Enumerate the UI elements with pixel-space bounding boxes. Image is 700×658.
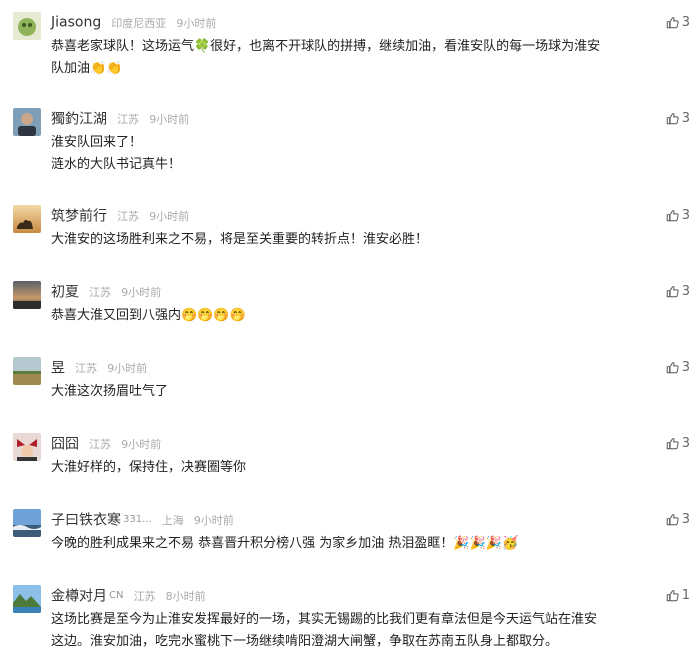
comment-line: 大淮好样的，保持住，决赛圈等你 (51, 460, 247, 475)
location: 江苏 (133, 589, 156, 603)
username[interactable]: Jiasong (51, 15, 101, 31)
comment-text: 今晚的胜利成果来之不易 恭喜晋升积分榜八强 为家乡加油 热泪盈眶！🎉🎉🎉🥳 (51, 533, 683, 555)
comment-line: 恭喜大淮又回到八强内🤭🤭🤭🤭 (51, 308, 246, 323)
like-count: 3 (681, 283, 690, 299)
avatar[interactable] (13, 205, 41, 233)
like-button[interactable]: 3 (666, 511, 690, 527)
location: 江苏 (75, 361, 98, 375)
comment-line: 今晚的胜利成果来之不易 恭喜晋升积分榜八强 为家乡加油 热泪盈眶！🎉🎉🎉🥳 (51, 536, 519, 551)
user-badge: CN (109, 590, 124, 601)
username[interactable]: 初夏 (51, 285, 79, 301)
avatar[interactable] (13, 357, 41, 385)
thumbs-up-icon (666, 16, 679, 28)
timestamp: 9小时前 (176, 16, 217, 30)
thumbs-up-icon (666, 437, 679, 449)
like-count: 3 (681, 207, 690, 223)
location: 印度尼西亚 (111, 16, 167, 30)
comment-meta: 子曰铁衣寒 331... 上海 9小时前 (51, 509, 234, 529)
like-button[interactable]: 1 (666, 587, 690, 603)
comment-text: 大淮这次扬眉吐气了 (51, 381, 683, 403)
username[interactable]: 金樽对月 (51, 589, 107, 605)
timestamp: 9小时前 (149, 209, 190, 223)
comment-meta: 筑梦前行 江苏 9小时前 (51, 205, 189, 225)
timestamp: 9小时前 (121, 285, 162, 299)
comment-line: 这边。淮安加油，吃完水蜜桃下一场继续啃阳澄湖大闸蟹，争取在苏南五队身上都取分。 (51, 634, 559, 649)
comment-text: 恭喜老家球队！这场运气🍀很好，也离不开球队的拼搏，继续加油，看淮安队的每一场球为… (51, 36, 683, 80)
thumbs-up-icon (666, 361, 679, 373)
comment-meta: 金樽对月 CN 江苏 8小时前 (51, 585, 206, 605)
like-button[interactable]: 3 (666, 110, 690, 126)
comment-text: 大淮好样的，保持住，决赛圈等你 (51, 457, 683, 479)
avatar[interactable] (13, 509, 41, 537)
timestamp: 9小时前 (107, 361, 148, 375)
location: 上海 (161, 513, 184, 527)
comment-text: 恭喜大淮又回到八强内🤭🤭🤭🤭 (51, 305, 683, 327)
username[interactable]: 昱 (51, 361, 65, 377)
like-button[interactable]: 3 (666, 359, 690, 375)
avatar[interactable] (13, 12, 41, 40)
comment-list: Jiasong 印度尼西亚 9小时前 3 恭喜老家球队！这场运气🍀很好，也离不开… (0, 0, 700, 658)
comment-line: 队加油👏👏 (51, 61, 123, 76)
like-count: 3 (681, 359, 690, 375)
comment-meta: 初夏 江苏 9小时前 (51, 281, 161, 301)
like-button[interactable]: 3 (666, 435, 690, 451)
timestamp: 9小时前 (121, 437, 162, 451)
thumbs-up-icon (666, 589, 679, 601)
like-button[interactable]: 3 (666, 14, 690, 30)
location: 江苏 (89, 285, 112, 299)
like-count: 3 (681, 511, 690, 527)
comment-text: 淮安队回来了！ 涟水的大队书记真牛！ (51, 132, 683, 176)
comment-meta: Jiasong 印度尼西亚 9小时前 (51, 12, 216, 32)
avatar[interactable] (13, 433, 41, 461)
comment-line: 恭喜老家球队！这场运气🍀很好，也离不开球队的拼搏，继续加油，看淮安队的每一场球为… (51, 39, 601, 54)
like-button[interactable]: 3 (666, 283, 690, 299)
username[interactable]: 筑梦前行 (51, 209, 107, 225)
location: 江苏 (117, 112, 140, 126)
thumbs-up-icon (666, 209, 679, 221)
username[interactable]: 子曰铁衣寒 (51, 513, 121, 529)
comment-line: 大淮这次扬眉吐气了 (51, 384, 169, 399)
comment-meta: 囧囧 江苏 9小时前 (51, 433, 161, 453)
comment-line: 涟水的大队书记真牛！ (51, 157, 182, 172)
timestamp: 9小时前 (149, 112, 190, 126)
comment-meta: 獨釣江湖 江苏 9小时前 (51, 108, 189, 128)
comment-text: 大淮安的这场胜利来之不易，将是至关重要的转折点！淮安必胜！ (51, 229, 683, 251)
like-button[interactable]: 3 (666, 207, 690, 223)
comment-line: 大淮安的这场胜利来之不易，将是至关重要的转折点！淮安必胜！ (51, 232, 429, 247)
thumbs-up-icon (666, 112, 679, 124)
comment-meta: 昱 江苏 9小时前 (51, 357, 147, 377)
timestamp: 8小时前 (165, 589, 206, 603)
like-count: 1 (681, 587, 690, 603)
timestamp: 9小时前 (193, 513, 234, 527)
user-badge: 331... (123, 514, 152, 525)
avatar[interactable] (13, 108, 41, 136)
like-count: 3 (681, 14, 690, 30)
avatar[interactable] (13, 585, 41, 613)
username[interactable]: 囧囧 (51, 437, 79, 453)
location: 江苏 (89, 437, 112, 451)
location: 江苏 (117, 209, 140, 223)
comment-line: 这场比赛是至今为止淮安发挥最好的一场，其实无锡踢的比我们更有章法但是今天运气站在… (51, 612, 598, 627)
username[interactable]: 獨釣江湖 (51, 112, 107, 128)
thumbs-up-icon (666, 285, 679, 297)
avatar[interactable] (13, 281, 41, 309)
thumbs-up-icon (666, 513, 679, 525)
comment-line: 淮安队回来了！ (51, 135, 143, 150)
like-count: 3 (681, 110, 690, 126)
like-count: 3 (681, 435, 690, 451)
comment-text: 这场比赛是至今为止淮安发挥最好的一场，其实无锡踢的比我们更有章法但是今天运气站在… (51, 609, 683, 653)
